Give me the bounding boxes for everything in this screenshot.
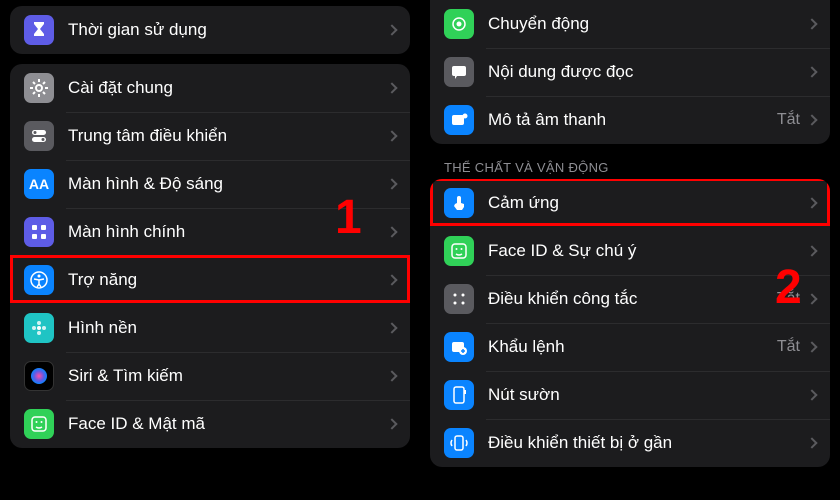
settings-row-h-nh-n-n[interactable]: Hình nền [10,304,410,352]
row-label: Màn hình chính [68,222,388,242]
row-label: Mô tả âm thanh [488,110,777,130]
row-label: Chuyển động [488,14,808,34]
gear-icon [24,73,54,103]
settings-row-face-id-s-ch-[interactable]: Face ID & Sự chú ý [430,227,830,275]
chevron-right-icon [806,389,817,400]
row-label: Cài đặt chung [68,78,388,98]
chevron-right-icon [386,226,397,237]
chevron-right-icon [386,130,397,141]
hourglass-icon [24,15,54,45]
siri-icon [24,361,54,391]
flower-icon [24,313,54,343]
row-label: Màn hình & Độ sáng [68,174,388,194]
settings-row-trung-t-m-i-u-khi-n[interactable]: Trung tâm điều khiển [10,112,410,160]
chevron-right-icon [806,341,817,352]
grid-icon [24,217,54,247]
faceid-icon [444,236,474,266]
chevron-right-icon [806,66,817,77]
row-label: Cảm ứng [488,193,808,213]
row-label: Siri & Tìm kiếm [68,366,388,386]
chevron-right-icon [806,437,817,448]
chevron-right-icon [386,322,397,333]
settings-row-chuy-n-ng[interactable]: Chuyển động [430,0,830,48]
chevron-right-icon [806,245,817,256]
settings-row-m-n-h-nh-ch-nh[interactable]: Màn hình chính [10,208,410,256]
settings-row-siri-t-m-ki-m[interactable]: Siri & Tìm kiếm [10,352,410,400]
settings-row-n-t-s-n[interactable]: Nút sườn [430,371,830,419]
sidebtn-icon [444,380,474,410]
section-header-physical: THỂ CHẤT VÀ VẬN ĐỘNG [430,154,830,179]
settings-row-kh-u-l-nh[interactable]: Khẩu lệnhTắt [430,323,830,371]
settings-row-c-i-t-chung[interactable]: Cài đặt chung [10,64,410,112]
group-settings: Cài đặt chung Trung tâm điều khiển AA Màn h… [10,64,410,448]
settings-row-n-i-dung-c-c[interactable]: Nội dung được đọc [430,48,830,96]
chevron-right-icon [386,274,397,285]
settings-row-face-id-m-t-m-[interactable]: Face ID & Mật mã [10,400,410,448]
audio-icon [444,105,474,135]
touch-icon [444,188,474,218]
chevron-right-icon [806,114,817,125]
nearby-icon [444,428,474,458]
row-label: Face ID & Mật mã [68,414,388,434]
row-label: Thời gian sử dụng [68,20,388,40]
left-panel: Thời gian sử dụng Cài đặt chung Trung tâm… [0,0,420,500]
chevron-right-icon [386,178,397,189]
settings-row-m-n-h-nh-s-ng[interactable]: AA Màn hình & Độ sáng [10,160,410,208]
row-label: Điều khiển công tắc [488,289,777,309]
chevron-right-icon [806,197,817,208]
row-value: Tắt [777,338,800,356]
settings-row--i-u-khi-n-thi-t-b-g-n[interactable]: Điều khiển thiết bị ở gần [430,419,830,467]
chevron-right-icon [386,370,397,381]
row-label: Khẩu lệnh [488,337,777,357]
group-physical: Cảm ứng Face ID & Sự chú ý Điều khiển công… [430,179,830,467]
row-label: Face ID & Sự chú ý [488,241,808,261]
row-label: Trung tâm điều khiển [68,126,388,146]
row-value: Tắt [777,290,800,308]
group-screentime: Thời gian sử dụng [10,6,410,54]
settings-row-c-m-ng[interactable]: Cảm ứng [430,179,830,227]
settings-row--i-u-khi-n-c-ng-t-c[interactable]: Điều khiển công tắcTắt [430,275,830,323]
settings-row-m-t-m-thanh[interactable]: Mô tả âm thanhTắt [430,96,830,144]
aa-icon: AA [24,169,54,199]
motion-icon [444,9,474,39]
right-panel: Chuyển động Nội dung được đọc Mô tả âm tha… [420,0,840,500]
chevron-right-icon [386,418,397,429]
switch-icon [444,284,474,314]
row-label: Hình nền [68,318,388,338]
speech-icon [444,57,474,87]
row-label: Trợ năng [68,270,388,290]
row-label: Nút sườn [488,385,808,405]
row-label: Nội dung được đọc [488,62,808,82]
voice-icon [444,332,474,362]
accessibility-icon [24,265,54,295]
settings-row-th-i-gian-s-d-ng[interactable]: Thời gian sử dụng [10,6,410,54]
chevron-right-icon [386,24,397,35]
chevron-right-icon [386,82,397,93]
settings-row-tr-n-ng[interactable]: Trợ năng [10,256,410,304]
toggles-icon [24,121,54,151]
group-vision: Chuyển động Nội dung được đọc Mô tả âm tha… [430,0,830,144]
chevron-right-icon [806,293,817,304]
row-value: Tắt [777,111,800,129]
faceid-icon [24,409,54,439]
chevron-right-icon [806,18,817,29]
row-label: Điều khiển thiết bị ở gần [488,433,808,453]
